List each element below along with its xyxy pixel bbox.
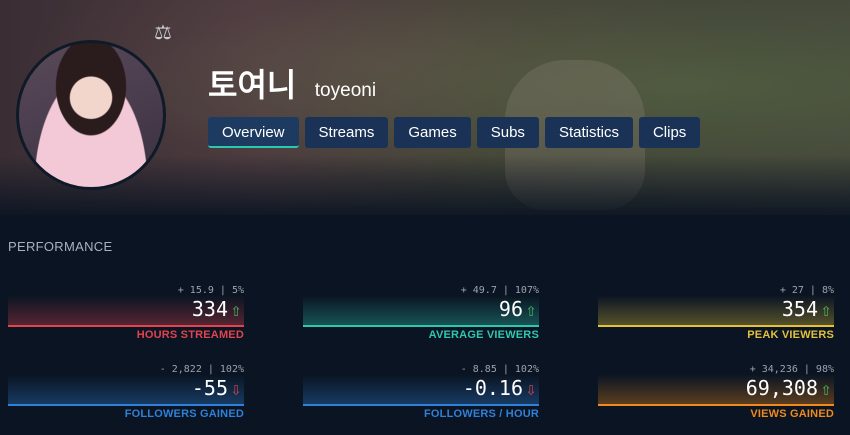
stat-delta: + 49.7 | 107%: [460, 285, 539, 296]
stat-delta: + 15.9 | 5%: [177, 285, 244, 296]
stat-accent-line: [303, 325, 539, 327]
stat-value: 334: [191, 297, 228, 321]
stat-views-gained: + 34,236 | 98% 69,308 ⇧ VIEWS GAINED: [598, 364, 834, 424]
stat-value-row: 69,308 ⇧: [746, 376, 834, 402]
stat-peak-viewers: + 27 | 8% 354 ⇧ PEAK VIEWERS: [598, 285, 834, 345]
arrow-up-icon: ⇧: [820, 300, 832, 321]
stat-followers-per-hour: - 8.85 | 102% -0.16 ⇩ FOLLOWERS / HOUR: [303, 364, 539, 424]
tab-clips[interactable]: Clips: [638, 117, 701, 148]
avatar: [16, 40, 166, 190]
stat-delta: - 2,822 | 102%: [159, 364, 244, 375]
stat-value: 354: [781, 297, 818, 321]
stat-value: 69,308: [745, 376, 818, 400]
stat-label: FOLLOWERS / HOUR: [423, 408, 539, 420]
tab-statistics[interactable]: Statistics: [544, 117, 633, 148]
arrow-down-icon: ⇩: [230, 379, 242, 400]
stat-delta: - 8.85 | 102%: [460, 364, 539, 375]
tab-overview[interactable]: Overview: [208, 117, 299, 148]
stat-label: FOLLOWERS GAINED: [124, 408, 244, 420]
stat-hours-streamed: + 15.9 | 5% 334 ⇧ HOURS STREAMED: [8, 285, 244, 345]
login-name: toyeoni: [314, 80, 377, 101]
stat-value-row: -0.16 ⇩: [463, 376, 539, 402]
stat-label: AVERAGE VIEWERS: [428, 329, 539, 341]
stat-value-row: 96 ⇧: [499, 297, 539, 323]
stat-label: PEAK VIEWERS: [747, 329, 834, 341]
arrow-down-icon: ⇩: [525, 379, 537, 400]
tab-subs[interactable]: Subs: [476, 117, 539, 148]
stat-value-row: 354 ⇧: [782, 297, 834, 323]
tab-bar: Overview Streams Games Subs Statistics C…: [208, 117, 701, 149]
tab-games[interactable]: Games: [394, 117, 471, 148]
stat-accent-line: [8, 404, 244, 406]
stat-accent-line: [303, 404, 539, 406]
stat-accent-line: [598, 325, 834, 327]
stat-value-row: 334 ⇧: [192, 297, 244, 323]
performance-title: PERFORMANCE: [8, 239, 113, 254]
stat-value: -0.16: [462, 376, 523, 400]
arrow-up-icon: ⇧: [230, 300, 242, 321]
tab-streams[interactable]: Streams: [304, 117, 389, 148]
stat-delta: + 34,236 | 98%: [749, 364, 834, 375]
stat-followers-gained: - 2,822 | 102% -55 ⇩ FOLLOWERS GAINED: [8, 364, 244, 424]
arrow-up-icon: ⇧: [525, 300, 537, 321]
name-row: 토여니 toyeoni: [208, 60, 377, 104]
stat-accent-line: [8, 325, 244, 327]
stat-value-row: -55 ⇩: [192, 376, 244, 402]
stat-average-viewers: + 49.7 | 107% 96 ⇧ AVERAGE VIEWERS: [303, 285, 539, 345]
scale-icon[interactable]: ⚖: [148, 22, 178, 44]
display-name: 토여니: [208, 66, 297, 104]
stat-label: HOURS STREAMED: [136, 329, 244, 341]
stat-accent-line: [598, 404, 834, 406]
stat-delta: + 27 | 8%: [779, 285, 834, 296]
arrow-up-icon: ⇧: [820, 379, 832, 400]
stat-value: 96: [498, 297, 523, 321]
stat-value: -55: [191, 376, 228, 400]
stat-label: VIEWS GAINED: [750, 408, 834, 420]
